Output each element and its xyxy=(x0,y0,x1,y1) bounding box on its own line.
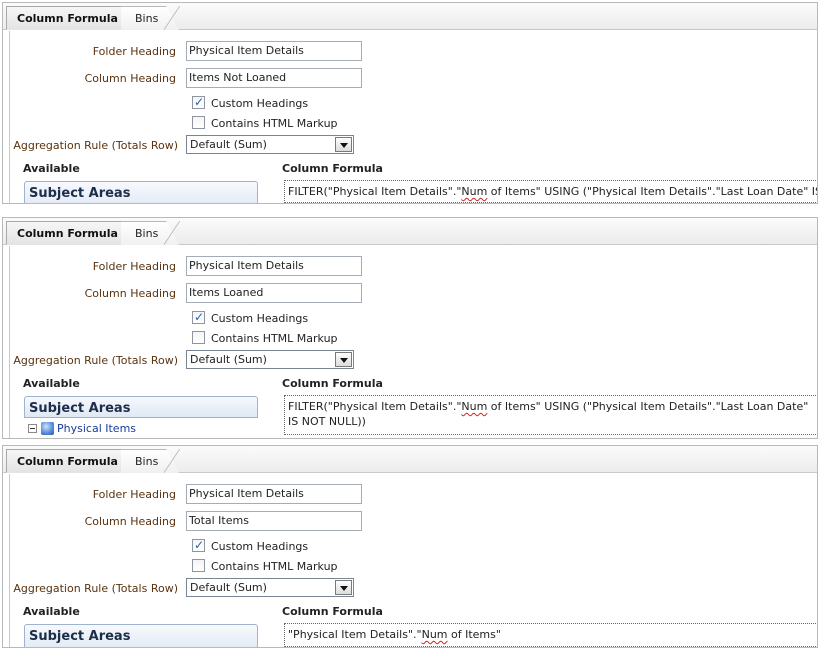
tab-edge xyxy=(164,449,180,473)
formula-text-start: FILTER("Physical Item Details"." xyxy=(288,400,462,413)
aggregation-rule-label: Aggregation Rule (Totals Row) xyxy=(13,582,178,595)
aggregation-rule-select[interactable]: Default (Sum) xyxy=(186,578,354,597)
contains-html-checkbox[interactable] xyxy=(192,559,205,572)
subject-areas-pane: Subject Areas Physical Items xyxy=(24,396,260,438)
dropdown-arrow-icon[interactable] xyxy=(335,580,352,595)
column-formula-heading: Column Formula xyxy=(282,162,383,175)
subject-areas-pane: Subject Areas xyxy=(24,181,260,203)
folder-heading-label: Folder Heading xyxy=(92,488,176,501)
subject-areas-pane: Subject Areas xyxy=(24,624,260,647)
available-heading: Available xyxy=(23,162,80,175)
checkmark-icon: ✓ xyxy=(193,310,205,324)
aggregation-rule-select[interactable]: Default (Sum) xyxy=(186,350,354,369)
custom-headings-checkbox[interactable]: ✓ xyxy=(192,95,205,109)
formula-text-end: of Items" USING ("Physical Item Details"… xyxy=(490,185,817,198)
aggregation-rule-value: Default (Sum) xyxy=(190,581,267,594)
column-formula-editor[interactable]: FILTER("Physical Item Details"."Num of I… xyxy=(284,180,817,203)
subject-area-cube-icon xyxy=(41,422,54,435)
aggregation-rule-select[interactable]: Default (Sum) xyxy=(186,135,354,154)
subject-areas-header: Subject Areas xyxy=(24,181,258,203)
formula-misspelled-word: Num xyxy=(421,628,448,641)
folder-heading-input[interactable]: Physical Item Details xyxy=(186,484,362,504)
folder-heading-input[interactable]: Physical Item Details xyxy=(186,256,362,276)
contains-html-option[interactable]: Contains HTML Markup xyxy=(192,559,338,575)
formula-misspelled-word: Num xyxy=(461,400,488,413)
checkmark-icon: ✓ xyxy=(193,538,205,552)
column-heading-label: Column Heading xyxy=(84,72,176,85)
tab-content: Folder Heading Physical Item Details Col… xyxy=(9,246,817,438)
custom-headings-checkbox[interactable]: ✓ xyxy=(192,310,205,324)
custom-headings-option[interactable]: ✓ Custom Headings xyxy=(192,310,309,327)
tab-edge xyxy=(164,221,180,245)
column-formula-heading: Column Formula xyxy=(282,377,383,390)
formula-misspelled-word: Num xyxy=(461,185,488,198)
column-heading-input[interactable]: Items Loaned xyxy=(186,283,362,303)
subject-areas-header: Subject Areas xyxy=(24,624,258,647)
checkmark-icon: ✓ xyxy=(193,95,205,109)
aggregation-rule-value: Default (Sum) xyxy=(190,353,267,366)
subject-areas-header: Subject Areas xyxy=(24,396,258,418)
dropdown-arrow-icon[interactable] xyxy=(335,137,352,152)
column-heading-input[interactable]: Total Items xyxy=(186,511,362,531)
contains-html-option[interactable]: Contains HTML Markup xyxy=(192,331,338,347)
contains-html-option[interactable]: Contains HTML Markup xyxy=(192,116,338,132)
custom-headings-option[interactable]: ✓ Custom Headings xyxy=(192,538,309,555)
custom-headings-label: Custom Headings xyxy=(211,312,309,325)
folder-heading-input[interactable]: Physical Item Details xyxy=(186,41,362,61)
contains-html-label: Contains HTML Markup xyxy=(211,560,338,573)
available-heading: Available xyxy=(23,377,80,390)
aggregation-rule-label: Aggregation Rule (Totals Row) xyxy=(13,354,178,367)
tab-bar: Column Formula Bins xyxy=(3,446,817,473)
formula-text-start: "Physical Item Details"." xyxy=(288,628,422,641)
column-formula-heading: Column Formula xyxy=(282,605,383,618)
dropdown-arrow-icon[interactable] xyxy=(335,352,352,367)
tab-column-formula[interactable]: Column Formula xyxy=(6,221,124,245)
tab-content: Folder Heading Physical Item Details Col… xyxy=(9,31,817,203)
folder-heading-label: Folder Heading xyxy=(92,45,176,58)
column-heading-label: Column Heading xyxy=(84,515,176,528)
tab-content: Folder Heading Physical Item Details Col… xyxy=(9,474,817,647)
contains-html-label: Contains HTML Markup xyxy=(211,117,338,130)
available-heading: Available xyxy=(23,605,80,618)
custom-headings-label: Custom Headings xyxy=(211,540,309,553)
contains-html-label: Contains HTML Markup xyxy=(211,332,338,345)
custom-headings-label: Custom Headings xyxy=(211,97,309,110)
column-properties-panel-3: Column Formula Bins Folder Heading Physi… xyxy=(2,445,818,648)
formula-text-end: of Items" xyxy=(447,628,501,641)
column-properties-panel-1: Column Formula Bins Folder Heading Physi… xyxy=(2,2,818,204)
folder-heading-label: Folder Heading xyxy=(92,260,176,273)
custom-headings-checkbox[interactable]: ✓ xyxy=(192,538,205,552)
formula-text-start: FILTER("Physical Item Details"." xyxy=(288,185,462,198)
aggregation-rule-value: Default (Sum) xyxy=(190,138,267,151)
tab-column-formula[interactable]: Column Formula xyxy=(6,449,124,473)
tab-edge xyxy=(164,6,180,30)
column-heading-label: Column Heading xyxy=(84,287,176,300)
tab-bar: Column Formula Bins xyxy=(3,218,817,245)
tab-bar: Column Formula Bins xyxy=(3,3,817,30)
contains-html-checkbox[interactable] xyxy=(192,331,205,344)
column-heading-input[interactable]: Items Not Loaned xyxy=(186,68,362,88)
tree-item-physical-items[interactable]: Physical Items xyxy=(28,422,136,435)
column-formula-editor[interactable]: FILTER("Physical Item Details"."Num of I… xyxy=(284,395,817,435)
tab-column-formula[interactable]: Column Formula xyxy=(6,6,124,30)
tree-item-label: Physical Items xyxy=(57,422,137,435)
custom-headings-option[interactable]: ✓ Custom Headings xyxy=(192,95,309,112)
contains-html-checkbox[interactable] xyxy=(192,116,205,129)
collapse-icon[interactable] xyxy=(28,424,37,433)
column-formula-editor[interactable]: "Physical Item Details"."Num of Items" xyxy=(284,623,817,647)
aggregation-rule-label: Aggregation Rule (Totals Row) xyxy=(13,139,178,152)
column-properties-panel-2: Column Formula Bins Folder Heading Physi… xyxy=(2,217,818,439)
